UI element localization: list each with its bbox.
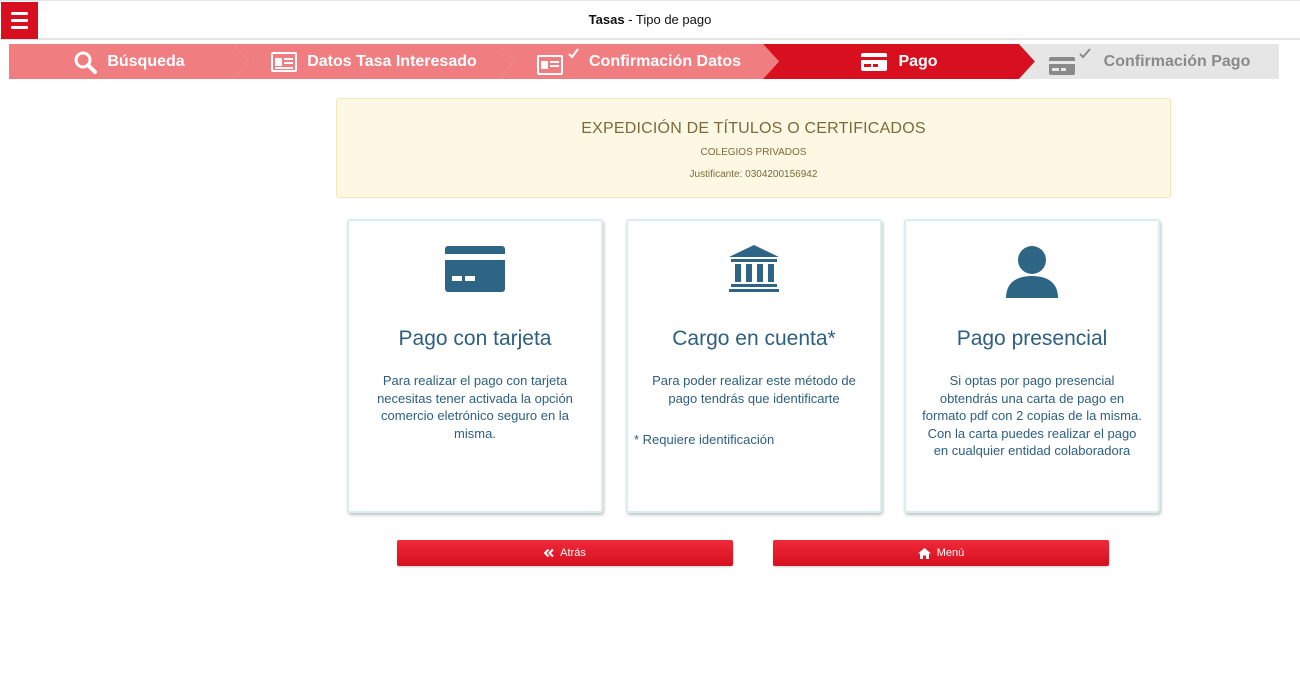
card-title: Pago con tarjeta [398, 327, 552, 350]
payment-option-card-tarjeta[interactable]: Pago con tarjeta Para realizar el pago c… [347, 219, 603, 513]
double-chevron-left-icon [544, 549, 554, 557]
step-confirmacion-pago[interactable]: Confirmación Pago [1019, 44, 1279, 79]
card-title: Pago presencial [956, 327, 1108, 350]
credit-card-icon [860, 52, 888, 72]
card-title: Cargo en cuenta* [672, 327, 836, 350]
card-description: Si optas por pago presencial obtendrás u… [922, 373, 1142, 458]
search-icon [73, 50, 98, 74]
step-label: Búsqueda [107, 52, 185, 70]
page-title-subsection: - Tipo de pago [624, 12, 712, 27]
tasa-subtitle: COLEGIOS PRIVADOS [700, 147, 807, 158]
back-button-label: Atrás [560, 547, 586, 559]
credit-card-check-icon [1048, 47, 1094, 76]
step-confirmacion-datos[interactable]: Confirmación Datos [499, 44, 779, 79]
step-label: Datos Tasa Interesado [307, 52, 477, 70]
justificante-number: Justificante: 0304200156942 [689, 169, 818, 180]
card-note: * Requiere identificación [634, 432, 775, 447]
menu-button-label: Menú [936, 547, 965, 559]
step-label: Confirmación Datos [588, 52, 741, 70]
step-progress-bar: Búsqueda Datos Tasa Interesado Confirmac… [0, 44, 1300, 80]
id-card-check-icon [536, 47, 579, 76]
step-datos-tasa-interesado[interactable]: Datos Tasa Interesado [233, 44, 515, 79]
page-title: Tasas - Tipo de pago [0, 12, 1300, 27]
step-busqueda[interactable]: Búsqueda [9, 44, 249, 79]
payment-option-card-presencial[interactable]: Pago presencial Si optas por pago presen… [904, 219, 1160, 513]
top-bar: Tasas - Tipo de pago [0, 0, 1300, 40]
bank-icon [628, 243, 880, 299]
id-card-icon [271, 51, 298, 72]
step-pago[interactable]: Pago [763, 44, 1035, 79]
page-title-section: Tasas [588, 12, 625, 27]
card-description: Para poder realizar este método de pago … [652, 373, 856, 406]
back-button[interactable]: Atrás [397, 540, 733, 566]
menu-button[interactable]: Menú [773, 540, 1109, 566]
step-label: Confirmación Pago [1103, 52, 1251, 70]
tasa-info-box: EXPEDICIÓN DE TÍTULOS O CERTIFICADOS COL… [336, 98, 1171, 198]
credit-card-icon [349, 243, 601, 299]
card-description: Para realizar el pago con tarjeta necesi… [377, 373, 573, 441]
tasa-title: EXPEDICIÓN DE TÍTULOS O CERTIFICADOS [581, 120, 926, 137]
home-icon [917, 547, 931, 559]
step-label: Pago [898, 52, 938, 70]
user-icon [906, 243, 1158, 299]
payment-option-card-cuenta[interactable]: Cargo en cuenta* Para poder realizar est… [626, 219, 882, 513]
